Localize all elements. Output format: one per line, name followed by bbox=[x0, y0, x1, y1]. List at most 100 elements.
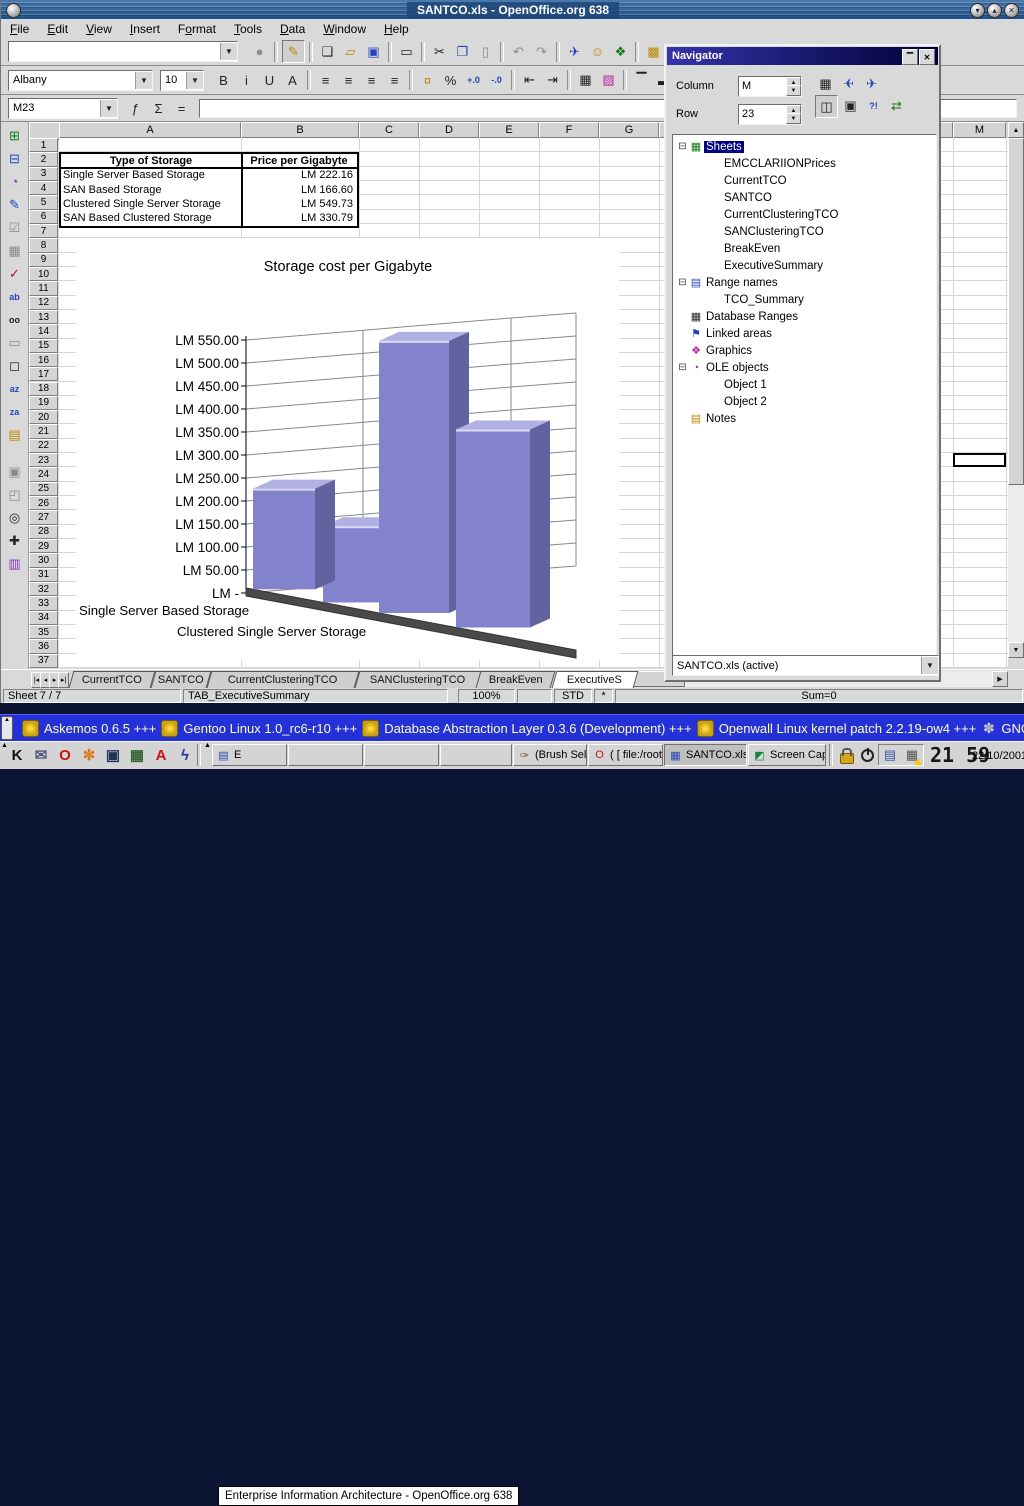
storage-cost-chart[interactable]: LM 550.00LM 500.00LM 450.00LM 400.00LM 3… bbox=[76, 238, 619, 660]
font-color-button[interactable]: A bbox=[282, 70, 303, 91]
currency-format-button[interactable]: ¤ bbox=[417, 70, 438, 91]
row-header-12[interactable]: 12 bbox=[29, 296, 58, 310]
row-header-16[interactable]: 16 bbox=[29, 353, 58, 367]
row-header-26[interactable]: 26 bbox=[29, 496, 58, 510]
row-header-14[interactable]: 14 bbox=[29, 324, 58, 338]
row-header-34[interactable]: 34 bbox=[29, 611, 58, 625]
align-top-button[interactable]: ▔ bbox=[631, 70, 652, 91]
tree-item[interactable]: SANClusteringTCO bbox=[673, 223, 936, 240]
row-header-19[interactable]: 19 bbox=[29, 396, 58, 410]
row-header-30[interactable]: 30 bbox=[29, 553, 58, 567]
sum-icon[interactable]: Σ bbox=[148, 98, 169, 119]
menu-insert[interactable]: Insert bbox=[121, 21, 169, 37]
font-size-combobox[interactable]: 10 ▼ bbox=[160, 70, 204, 91]
increase-indent-button[interactable]: ⇥ bbox=[542, 70, 563, 91]
stop-icon[interactable]: ● bbox=[249, 41, 270, 62]
explorer-icon[interactable]: ❖ bbox=[610, 41, 631, 62]
gallery-icon[interactable]: ▩ bbox=[643, 41, 664, 62]
tree-item[interactable]: ▤Notes bbox=[673, 410, 936, 427]
terminal-icon[interactable]: ▣ bbox=[102, 744, 124, 766]
column-header-G[interactable]: G bbox=[599, 122, 659, 138]
underline-button[interactable]: U bbox=[259, 70, 280, 91]
print-icon[interactable]: ▭ bbox=[396, 41, 417, 62]
panel-handle-icon[interactable]: ▲ bbox=[204, 742, 211, 749]
row-header-9[interactable]: 9 bbox=[29, 253, 58, 267]
row-header-6[interactable]: 6 bbox=[29, 210, 58, 224]
klipper-tray-icon[interactable]: ▤ bbox=[881, 746, 899, 764]
task-button-santcoxls[interactable]: ▦SANTCO.xls bbox=[664, 744, 747, 766]
organizer-alarm-icon[interactable]: ▦ bbox=[903, 746, 921, 764]
row-header-17[interactable]: 17 bbox=[29, 367, 58, 381]
task-button-e[interactable]: ▤E bbox=[212, 744, 287, 766]
tree-item[interactable]: ⊟▤Range names bbox=[673, 274, 936, 291]
tree-item[interactable]: CurrentClusteringTCO bbox=[673, 206, 936, 223]
sort-ascending-icon[interactable]: az bbox=[4, 378, 25, 399]
menu-window[interactable]: Window bbox=[314, 21, 375, 37]
row-header-35[interactable]: 35 bbox=[29, 625, 58, 639]
tree-item[interactable]: Object 2 bbox=[673, 393, 936, 410]
toggle-icon[interactable]: ▣ bbox=[840, 95, 861, 116]
acrobat-icon[interactable]: A bbox=[150, 744, 172, 766]
help-agent-icon[interactable]: ☺ bbox=[587, 41, 608, 62]
align-right-button[interactable]: ≡ bbox=[361, 70, 382, 91]
chevron-down-icon[interactable]: ▼ bbox=[921, 657, 938, 674]
ticker-handle[interactable]: ▲ bbox=[1, 716, 13, 740]
cut-icon[interactable]: ✂ bbox=[429, 41, 450, 62]
menu-view[interactable]: View bbox=[77, 21, 121, 37]
ungroup-icon[interactable]: ◰ bbox=[4, 484, 25, 505]
maximize-button[interactable]: ▴ bbox=[987, 3, 1002, 18]
find-replace-icon[interactable]: oo bbox=[4, 309, 25, 330]
row-header-11[interactable]: 11 bbox=[29, 281, 58, 295]
justify-button[interactable]: ≡ bbox=[384, 70, 405, 91]
row-header-33[interactable]: 33 bbox=[29, 596, 58, 610]
last-sheet-button[interactable]: ▸| bbox=[58, 672, 69, 688]
chevron-down-icon[interactable]: ▼ bbox=[186, 72, 203, 89]
column-header-M[interactable]: M bbox=[953, 122, 1006, 138]
minimize-button[interactable]: ▾ bbox=[970, 3, 985, 18]
menu-file[interactable]: File bbox=[1, 21, 38, 37]
status-sum[interactable]: Sum=0 bbox=[615, 689, 1023, 703]
borders-button[interactable]: ▦ bbox=[575, 70, 596, 91]
decrease-indent-button[interactable]: ⇤ bbox=[519, 70, 540, 91]
row-header-22[interactable]: 22 bbox=[29, 439, 58, 453]
draw-functions-icon[interactable]: ✎ bbox=[4, 194, 25, 215]
menu-format[interactable]: Format bbox=[169, 21, 225, 37]
row-header-8[interactable]: 8 bbox=[29, 238, 58, 252]
row-header-37[interactable]: 37 bbox=[29, 654, 58, 668]
row-header-23[interactable]: 23 bbox=[29, 453, 58, 467]
task-button[interactable] bbox=[288, 744, 363, 766]
copy-icon[interactable]: ❐ bbox=[452, 41, 473, 62]
chart-icon[interactable]: ▥ bbox=[4, 553, 25, 574]
tree-item[interactable]: ⊟◔OLE objects bbox=[673, 359, 936, 376]
drag-icon[interactable]: ✚ bbox=[4, 530, 25, 551]
vertical-scrollbar[interactable]: ▲ ▼ bbox=[1008, 122, 1024, 658]
column-header-D[interactable]: D bbox=[419, 122, 479, 138]
zoom-icon[interactable]: ◎ bbox=[4, 507, 25, 528]
sheet-tab-CurrentClusteringTCO[interactable]: CurrentClusteringTCO bbox=[206, 671, 359, 688]
row-spinner[interactable]: 23 ▲ ▼ bbox=[738, 104, 802, 125]
menu-data[interactable]: Data bbox=[271, 21, 314, 37]
task-button[interactable] bbox=[440, 744, 512, 766]
row-header-13[interactable]: 13 bbox=[29, 310, 58, 324]
save-icon[interactable]: ▣ bbox=[363, 41, 384, 62]
sort-descending-icon[interactable]: za bbox=[4, 401, 25, 422]
row-header-20[interactable]: 20 bbox=[29, 410, 58, 424]
row-header-3[interactable]: 3 bbox=[29, 167, 58, 181]
spellcheck-icon[interactable]: ✓ bbox=[4, 263, 25, 284]
opera-icon[interactable]: O bbox=[54, 744, 76, 766]
sheet-tab-SANTCO[interactable]: SANTCO bbox=[151, 671, 211, 688]
row-header-7[interactable]: 7 bbox=[29, 224, 58, 238]
column-header-E[interactable]: E bbox=[479, 122, 539, 138]
navigator-title-bar[interactable]: Navigator ▔ ✕ bbox=[667, 47, 938, 65]
form-controls-icon[interactable]: ☑ bbox=[4, 217, 25, 238]
window-menu-button[interactable] bbox=[6, 3, 21, 18]
task-button-brushsele[interactable]: ✑(Brush Sele bbox=[513, 744, 587, 766]
font-name-combobox[interactable]: Albany ▼ bbox=[8, 70, 153, 91]
name-box[interactable]: M23 ▼ bbox=[8, 98, 118, 119]
scroll-up-icon[interactable]: ▲ bbox=[1008, 122, 1024, 138]
task-button-screencapt[interactable]: ◩Screen Capt bbox=[748, 744, 826, 766]
column-header-C[interactable]: C bbox=[359, 122, 419, 138]
end-icon[interactable]: ✈ bbox=[861, 73, 882, 94]
ticker-item[interactable]: ◉Askemos 0.6.5 +++ bbox=[17, 720, 156, 737]
group-icon[interactable]: ▣ bbox=[4, 461, 25, 482]
